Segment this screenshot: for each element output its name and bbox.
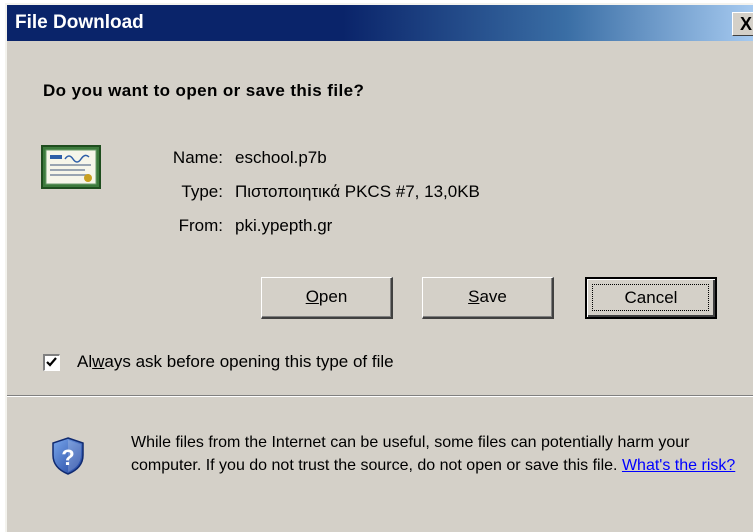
separator-highlight — [7, 396, 753, 397]
save-mnemonic: S — [468, 287, 480, 306]
checkmark-icon — [46, 357, 57, 367]
file-download-dialog: File Download X Do you want to open or s… — [5, 3, 753, 532]
always-ask-label-start: Al — [77, 352, 93, 371]
warning-text: While files from the Internet can be use… — [131, 434, 690, 474]
open-label: pen — [318, 287, 348, 306]
open-mnemonic: O — [305, 287, 319, 306]
always-ask-label[interactable]: Always ask before opening this type of f… — [77, 352, 394, 372]
title-bar[interactable]: File Download X — [7, 5, 753, 41]
svg-text:?: ? — [61, 445, 74, 470]
name-label: Name: — [172, 148, 223, 167]
whats-the-risk-link[interactable]: What's the risk? — [622, 457, 735, 474]
shield-question-icon: ? — [52, 437, 84, 475]
close-button[interactable]: X — [732, 12, 753, 36]
save-label: ave — [479, 287, 507, 306]
cancel-button[interactable]: Cancel — [585, 277, 717, 319]
open-button[interactable]: Open — [261, 277, 393, 319]
save-button[interactable]: Save — [422, 277, 554, 319]
focus-rectangle — [592, 284, 709, 311]
from-label: From: — [178, 216, 223, 235]
always-ask-checkbox[interactable] — [43, 354, 60, 371]
file-type-value: Πιστοποιητικά PKCS #7, 13,0KB — [235, 182, 480, 201]
question-heading: Do you want to open or save this file? — [43, 81, 365, 100]
dialog-title: File Download — [15, 12, 144, 33]
warning-message: While files from the Internet can be use… — [131, 431, 743, 477]
certificate-icon — [41, 145, 101, 189]
file-name-value: eschool.p7b — [235, 148, 327, 167]
always-ask-mnemonic: w — [92, 352, 105, 371]
type-label: Type: — [181, 182, 223, 201]
always-ask-label-end: ays ask before opening this type of file — [104, 352, 394, 371]
close-icon: X — [739, 14, 752, 34]
file-source-value: pki.ypepth.gr — [235, 216, 333, 235]
